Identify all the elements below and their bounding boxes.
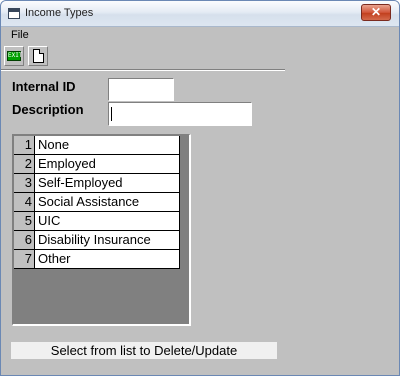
row-name[interactable]: Disability Insurance <box>35 231 180 250</box>
title-bar[interactable]: Income Types ✕ <box>1 1 399 27</box>
table-row[interactable]: 2 Employed <box>14 155 180 174</box>
toolbar-divider <box>1 69 285 71</box>
row-name[interactable]: UIC <box>35 212 180 231</box>
description-field[interactable] <box>108 102 252 126</box>
row-number: 2 <box>14 155 35 174</box>
table-row[interactable]: 3 Self-Employed <box>14 174 180 193</box>
status-message: Select from list to Delete/Update <box>11 342 277 359</box>
internal-id-field[interactable] <box>108 78 174 101</box>
menu-file[interactable]: File <box>11 29 29 41</box>
new-document-icon <box>33 49 44 63</box>
row-number: 7 <box>14 250 35 269</box>
row-number: 5 <box>14 212 35 231</box>
row-number: 4 <box>14 193 35 212</box>
row-number: 3 <box>14 174 35 193</box>
row-name[interactable]: Employed <box>35 155 180 174</box>
table-row[interactable]: 6 Disability Insurance <box>14 231 180 250</box>
toolbar: EXIT <box>1 44 399 68</box>
row-number: 1 <box>14 136 35 155</box>
table-row[interactable]: 5 UIC <box>14 212 180 231</box>
menu-bar: File <box>1 27 399 44</box>
exit-button[interactable]: EXIT <box>4 46 24 66</box>
window-icon <box>8 8 20 19</box>
description-label: Description <box>12 102 84 117</box>
text-caret <box>111 107 112 121</box>
row-name[interactable]: Other <box>35 250 180 269</box>
row-number: 6 <box>14 231 35 250</box>
table-row[interactable]: 1 None <box>14 136 180 155</box>
row-name[interactable]: Social Assistance <box>35 193 180 212</box>
table-row[interactable]: 4 Social Assistance <box>14 193 180 212</box>
internal-id-label: Internal ID <box>12 79 76 94</box>
close-button[interactable]: ✕ <box>361 4 391 21</box>
income-types-grid[interactable]: 1 None 2 Employed 3 Self-Employed 4 Soci… <box>12 134 191 326</box>
window-title: Income Types <box>25 7 94 19</box>
row-name[interactable]: Self-Employed <box>35 174 180 193</box>
row-name[interactable]: None <box>35 136 180 155</box>
income-types-window: Income Types ✕ File EXIT Internal ID Des… <box>0 0 400 376</box>
new-button[interactable] <box>28 46 48 66</box>
table-row[interactable]: 7 Other <box>14 250 180 269</box>
exit-icon: EXIT <box>7 51 23 61</box>
